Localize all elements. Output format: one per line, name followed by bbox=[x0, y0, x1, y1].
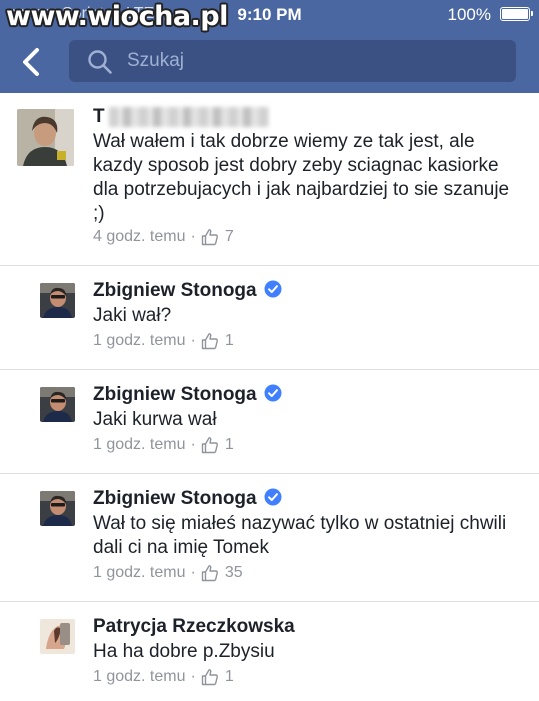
blurred-name bbox=[108, 106, 269, 127]
reply-item: Zbigniew Stonoga Jaki wał? 1 godz. temu … bbox=[0, 266, 539, 369]
comment-time: 1 godz. temu bbox=[93, 564, 186, 581]
search-bar[interactable] bbox=[69, 40, 516, 82]
comment-author[interactable]: Zbigniew Stonoga bbox=[93, 488, 282, 510]
comment-time: 1 godz. temu bbox=[93, 332, 186, 349]
user-photo-icon bbox=[40, 387, 75, 422]
comment-item: T Wał wałem i tak dobrze wiemy ze tak je… bbox=[0, 93, 539, 265]
reply-item: Zbigniew Stonoga Wał to się miałeś nazyw… bbox=[0, 474, 539, 601]
like-count: 35 bbox=[224, 564, 243, 581]
comment-author[interactable]: Patrycja Rzeczkowska bbox=[93, 616, 295, 638]
search-icon bbox=[88, 50, 112, 74]
thumbs-up-icon[interactable] bbox=[201, 332, 219, 350]
author-name: Patrycja Rzeczkowska bbox=[93, 616, 295, 637]
user-photo-icon bbox=[40, 283, 75, 318]
comment-author[interactable]: T bbox=[93, 106, 269, 128]
avatar[interactable] bbox=[40, 619, 75, 654]
reply-item: Zbigniew Stonoga Jaki kurwa wał 1 godz. … bbox=[0, 370, 539, 473]
comment-text: Jaki wał? bbox=[93, 305, 172, 326]
comment-meta: 1 godz. temu · 35 bbox=[93, 564, 243, 582]
comment-time: 4 godz. temu bbox=[93, 228, 186, 245]
comment-time: 1 godz. temu bbox=[93, 436, 186, 453]
thumbs-up-icon[interactable] bbox=[201, 436, 219, 454]
avatar[interactable] bbox=[40, 491, 75, 526]
author-initial: T bbox=[93, 106, 105, 127]
avatar[interactable] bbox=[17, 109, 74, 166]
battery-icon bbox=[500, 7, 533, 21]
comment-author[interactable]: Zbigniew Stonoga bbox=[93, 384, 282, 406]
verified-badge-icon bbox=[264, 280, 282, 298]
comment-meta: 4 godz. temu · 7 bbox=[93, 228, 234, 246]
comment-meta: 1 godz. temu · 1 bbox=[93, 668, 234, 686]
reply-item: Patrycja Rzeczkowska Ha ha dobre p.Zbysi… bbox=[0, 602, 539, 701]
like-count: 1 bbox=[224, 668, 234, 685]
like-count: 1 bbox=[224, 332, 234, 349]
app-header: Spriat LTE 9:10 PM 100% www.wiocha.pl bbox=[0, 0, 539, 93]
comment-text: Jaki kurwa wał bbox=[93, 409, 217, 430]
avatar[interactable] bbox=[40, 387, 75, 422]
comment-text: Ha ha dobre p.Zbysiu bbox=[93, 641, 275, 662]
author-name: Zbigniew Stonoga bbox=[93, 488, 257, 509]
back-button[interactable] bbox=[12, 42, 52, 82]
user-photo-icon bbox=[40, 491, 75, 526]
comment-text: Wał wałem i tak dobrze wiemy ze tak jest… bbox=[93, 131, 510, 224]
like-count: 7 bbox=[224, 228, 234, 245]
back-chevron-icon bbox=[23, 48, 39, 76]
author-name: Zbigniew Stonoga bbox=[93, 384, 257, 405]
comment-meta: 1 godz. temu · 1 bbox=[93, 436, 234, 454]
search-input[interactable] bbox=[127, 40, 497, 82]
verified-badge-icon bbox=[264, 488, 282, 506]
comment-text: Wał to się miałeś nazywać tylko w ostatn… bbox=[93, 513, 507, 558]
user-photo-icon bbox=[40, 619, 75, 654]
author-name: Zbigniew Stonoga bbox=[93, 280, 257, 301]
like-count: 1 bbox=[224, 436, 234, 453]
site-watermark: www.wiocha.pl bbox=[6, 1, 228, 32]
comment-author[interactable]: Zbigniew Stonoga bbox=[93, 280, 282, 302]
thumbs-up-icon[interactable] bbox=[201, 228, 219, 246]
battery-percent: 100% bbox=[447, 5, 491, 24]
thumbs-up-icon[interactable] bbox=[201, 564, 219, 582]
thumbs-up-icon[interactable] bbox=[201, 668, 219, 686]
avatar[interactable] bbox=[40, 283, 75, 318]
user-photo-icon bbox=[17, 109, 74, 166]
comment-meta: 1 godz. temu · 1 bbox=[93, 332, 234, 350]
verified-badge-icon bbox=[264, 384, 282, 402]
comment-time: 1 godz. temu bbox=[93, 668, 186, 685]
